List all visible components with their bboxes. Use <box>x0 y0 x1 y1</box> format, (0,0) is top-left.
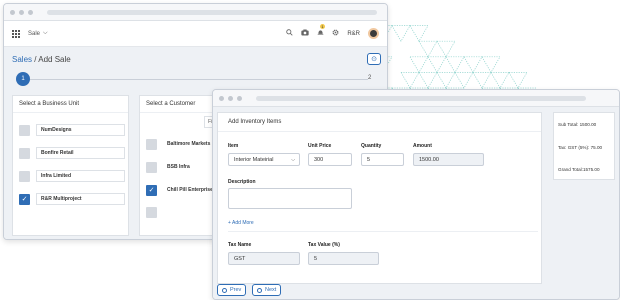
page-title: Add Sale <box>38 55 70 64</box>
stage: Sale ⌵ 1 R&R Sales / Add Sale ⊙ 1 2 Sele… <box>0 0 620 300</box>
next-label: Next <box>265 287 276 293</box>
window-chrome <box>213 90 619 107</box>
pattern-triangle <box>401 72 419 88</box>
tax-name-label: Tax Name <box>228 242 251 248</box>
tax-value-label: Tax Value (%) <box>308 242 340 248</box>
pattern-triangle <box>392 26 410 42</box>
item-label: Item <box>228 143 238 149</box>
unit-price-label: Unit Price <box>308 143 331 149</box>
divider <box>228 231 538 232</box>
window-dot <box>28 10 33 15</box>
module-label: Sale <box>28 31 40 37</box>
inventory-body: Add Inventory Items Item Unit Price Quan… <box>213 107 619 299</box>
next-icon <box>257 288 262 293</box>
business-unit-panel: Select a Business Unit NumDesigns Bonfir… <box>12 95 129 236</box>
pattern-triangle <box>446 57 464 73</box>
business-unit-label: NumDesigns <box>36 124 125 136</box>
step-1-indicator[interactable]: 1 <box>16 72 30 86</box>
search-icon[interactable] <box>286 29 293 38</box>
user-initials[interactable]: R&R <box>347 31 360 37</box>
pattern-triangle <box>410 26 428 42</box>
item-select[interactable]: Interior Mateirial ⌵ <box>228 153 300 166</box>
description-textarea[interactable] <box>228 188 352 209</box>
item-select-value: Interior Mateirial <box>234 157 273 163</box>
module-selector[interactable]: Sale ⌵ <box>28 30 48 37</box>
quantity-input[interactable]: 5 <box>361 153 404 166</box>
unit-price-input[interactable]: 300 <box>308 153 352 166</box>
window-dot <box>237 96 242 101</box>
business-unit-label: Bonfire Retail <box>36 147 125 159</box>
checkbox[interactable] <box>19 171 30 182</box>
window-chrome <box>4 4 387 21</box>
checkbox[interactable] <box>146 162 157 173</box>
app-topbar: Sale ⌵ 1 R&R <box>4 21 387 47</box>
inventory-form: Add Inventory Items Item Unit Price Quan… <box>217 112 542 284</box>
bell-icon[interactable]: 1 <box>317 29 324 38</box>
amount-field: 1500.00 <box>413 153 484 166</box>
breadcrumb: Sales / Add Sale <box>12 55 71 64</box>
pattern-triangle <box>437 72 455 88</box>
pattern-triangle <box>473 72 491 88</box>
checkbox[interactable] <box>19 148 30 159</box>
stepper-line <box>22 79 368 80</box>
avatar[interactable] <box>368 28 379 39</box>
pattern-triangle <box>419 41 437 57</box>
prev-button[interactable]: Prev <box>217 284 246 296</box>
window-dot <box>219 96 224 101</box>
chevron-down-icon: ⌵ <box>43 30 48 37</box>
pattern-triangle <box>428 57 446 73</box>
pattern-triangle <box>410 57 428 73</box>
url-bar[interactable] <box>256 96 586 101</box>
amount-label: Amount <box>413 143 432 149</box>
gear-icon[interactable] <box>332 29 339 38</box>
pattern-triangle <box>455 72 473 88</box>
camera-icon[interactable] <box>301 29 309 38</box>
customer-item[interactable] <box>146 207 157 218</box>
checkbox[interactable] <box>146 207 157 218</box>
checkbox-checked[interactable]: ✓ <box>19 194 30 205</box>
app-grid-icon[interactable] <box>12 30 20 38</box>
prev-label: Prev <box>230 287 241 293</box>
business-unit-item[interactable]: Bonfire Retail <box>19 147 125 159</box>
business-unit-label: Infra Limited <box>36 170 125 182</box>
sub-total: Sub Total: 1500.00 <box>558 122 596 127</box>
help-icon: ⊙ <box>371 55 377 63</box>
quantity-label: Quantity <box>361 143 381 149</box>
business-unit-title: Select a Business Unit <box>13 96 128 113</box>
pattern-triangle <box>464 57 482 73</box>
checkbox[interactable] <box>146 139 157 150</box>
pattern-triangle <box>482 57 500 73</box>
inventory-title: Add Inventory Items <box>218 113 541 132</box>
window-dot <box>228 96 233 101</box>
pattern-triangle <box>437 41 455 57</box>
checkbox[interactable] <box>19 125 30 136</box>
description-label: Description <box>228 179 256 185</box>
add-more-link[interactable]: + Add More <box>228 220 254 226</box>
notification-badge: 1 <box>320 24 324 29</box>
help-button[interactable]: ⊙ <box>367 53 381 65</box>
business-unit-label: R&R Multiproject <box>36 193 125 205</box>
order-summary: Sub Total: 1500.00 Tax: GST (5%): 75.00 … <box>553 112 615 180</box>
tax-total: Tax: GST (5%): 75.00 <box>558 145 602 150</box>
tax-name-field[interactable]: GST <box>228 252 300 265</box>
grand-total: Grand Total:1575.00 <box>558 167 600 172</box>
business-unit-item[interactable]: Infra Limited <box>19 170 125 182</box>
chevron-down-icon: ⌵ <box>291 157 295 163</box>
step-2-indicator[interactable]: 2 <box>368 75 371 81</box>
breadcrumb-sales-link[interactable]: Sales <box>12 55 32 64</box>
window-dot <box>10 10 15 15</box>
pattern-triangle <box>509 72 527 88</box>
business-unit-item[interactable]: NumDesigns <box>19 124 125 136</box>
url-bar[interactable] <box>47 10 377 15</box>
tax-value-field[interactable]: 5 <box>308 252 379 265</box>
next-button[interactable]: Next <box>252 284 281 296</box>
pattern-triangle <box>491 72 509 88</box>
pattern-triangle <box>419 72 437 88</box>
prev-icon <box>222 288 227 293</box>
business-unit-item[interactable]: ✓ R&R Multiproject <box>19 193 125 205</box>
window-dot <box>19 10 24 15</box>
inventory-window: Add Inventory Items Item Unit Price Quan… <box>212 89 620 300</box>
checkbox-checked[interactable]: ✓ <box>146 185 157 196</box>
